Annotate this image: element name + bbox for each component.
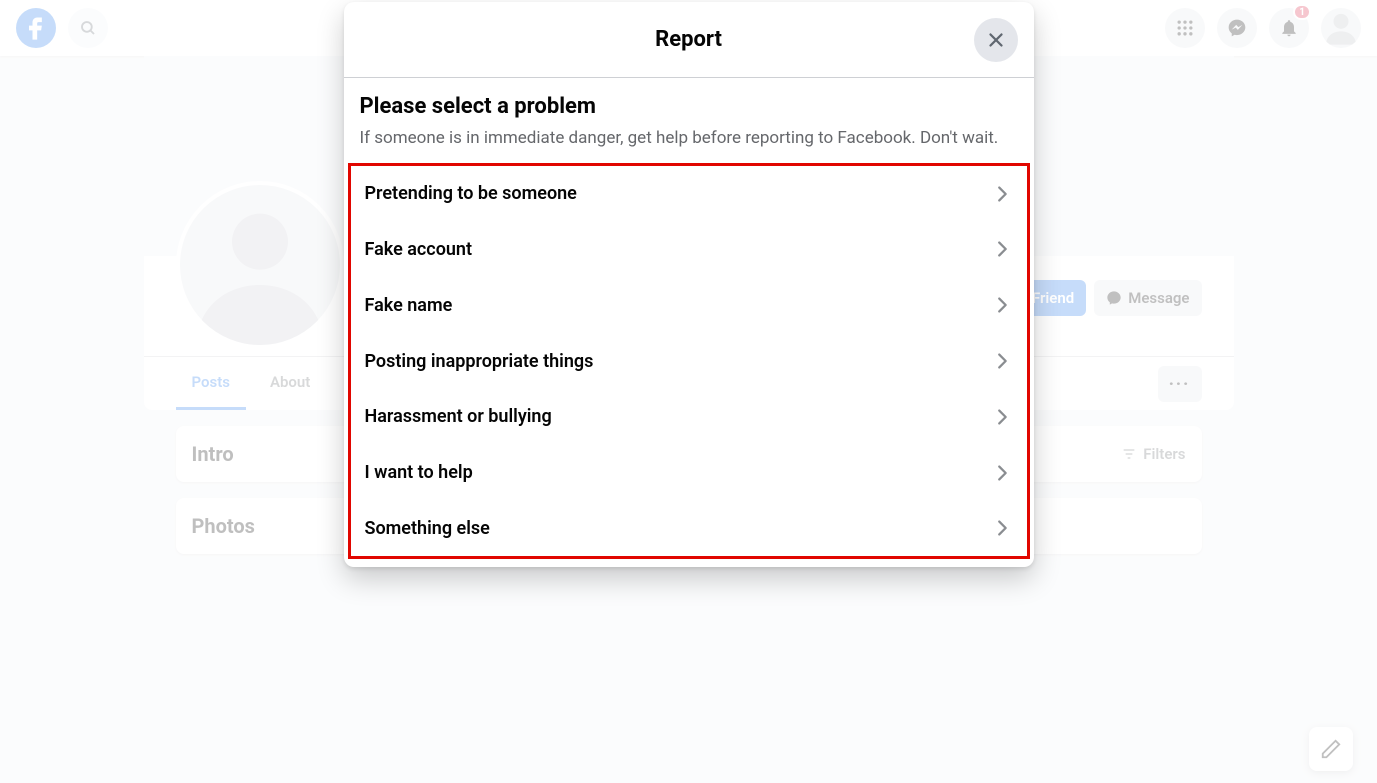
option-label: I want to help — [365, 462, 473, 483]
modal-title: Report — [655, 27, 722, 52]
option-pretending[interactable]: Pretending to be someone — [351, 166, 1027, 222]
option-label: Fake account — [365, 239, 473, 260]
option-label: Something else — [365, 518, 490, 539]
chevron-right-icon — [991, 294, 1013, 316]
option-fake-account[interactable]: Fake account — [351, 222, 1027, 278]
option-fake-name[interactable]: Fake name — [351, 277, 1027, 333]
modal-heading: Please select a problem — [360, 94, 1018, 119]
modal-header: Report — [344, 2, 1034, 78]
chevron-right-icon — [991, 183, 1013, 205]
chevron-right-icon — [991, 350, 1013, 372]
chevron-right-icon — [991, 238, 1013, 260]
option-label: Pretending to be someone — [365, 183, 577, 204]
option-label: Fake name — [365, 295, 453, 316]
close-icon — [985, 29, 1007, 51]
option-something-else[interactable]: Something else — [351, 500, 1027, 556]
option-label: Posting inappropriate things — [365, 351, 594, 372]
option-want-to-help[interactable]: I want to help — [351, 445, 1027, 501]
chevron-right-icon — [991, 462, 1013, 484]
modal-subtext: If someone is in immediate danger, get h… — [360, 127, 1018, 151]
close-button[interactable] — [974, 18, 1018, 62]
option-posting-inappropriate[interactable]: Posting inappropriate things — [351, 333, 1027, 389]
report-options-highlighted: Pretending to be someone Fake account Fa… — [348, 163, 1030, 559]
report-modal: Report Please select a problem If someon… — [344, 2, 1034, 567]
modal-body-intro: Please select a problem If someone is in… — [344, 78, 1034, 159]
option-harassment[interactable]: Harassment or bullying — [351, 389, 1027, 445]
option-label: Harassment or bullying — [365, 406, 552, 427]
chevron-right-icon — [991, 517, 1013, 539]
chevron-right-icon — [991, 406, 1013, 428]
